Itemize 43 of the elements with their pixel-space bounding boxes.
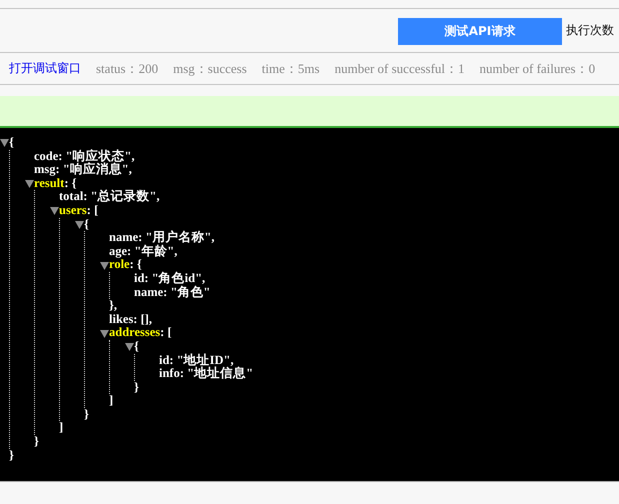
json-entry: name: "用户名称", [108, 231, 214, 244]
expand-triangle-icon[interactable] [0, 138, 9, 148]
json-bracket: { [134, 340, 139, 354]
status-text: time：5ms [262, 60, 320, 78]
json-key: users [59, 204, 87, 218]
json-bracket: : [ [160, 326, 172, 340]
json-entry: age: "年龄", [108, 244, 178, 258]
expand-triangle-icon[interactable] [100, 260, 109, 270]
status-text: status：200 [96, 60, 158, 78]
run-count-label: 执行次数 [566, 22, 615, 39]
expand-triangle-icon[interactable] [75, 220, 84, 229]
json-entry: id: "地址ID", [158, 354, 234, 366]
json-bracket: { [9, 136, 14, 150]
status-text: number of successful：1 [334, 60, 465, 78]
json-bracket: : [ [86, 204, 98, 218]
json-bracket: : { [64, 176, 77, 190]
json-entry: total: "总记录数", [58, 190, 160, 204]
expand-triangle-icon[interactable] [100, 328, 109, 338]
json-key: role [109, 258, 130, 272]
json-bracket: } [34, 435, 39, 449]
expand-triangle-icon[interactable] [50, 206, 59, 216]
status-text: number of failures：0 [480, 60, 596, 78]
json-bracket: }, [109, 299, 118, 313]
expand-triangle-icon[interactable] [125, 342, 134, 352]
json-bracket: : { [130, 258, 142, 272]
json-entry: msg: "响应消息", [33, 163, 132, 177]
json-entry: code: "响应状态", [33, 150, 135, 163]
json-entry: name: "角色" [133, 286, 210, 300]
json-bracket: ] [59, 421, 64, 436]
json-entry: info: "地址信息" [158, 367, 254, 381]
status-text: msg：success [173, 60, 247, 78]
debug-window-link[interactable]: 打开调试窗口 [9, 60, 81, 77]
json-key: addresses [109, 326, 160, 340]
json-bracket: } [134, 380, 139, 394]
json-bracket: { [84, 218, 89, 232]
json-entry: id: "角色id", [133, 272, 206, 286]
expand-triangle-icon[interactable] [25, 179, 34, 188]
json-key: result [34, 176, 64, 190]
json-entry: likes: [], [108, 312, 152, 326]
json-bracket: ] [109, 394, 114, 408]
json-bracket: } [9, 448, 14, 462]
json-bracket: } [84, 408, 89, 422]
test-api-button[interactable]: 测试API请求 [398, 18, 562, 44]
